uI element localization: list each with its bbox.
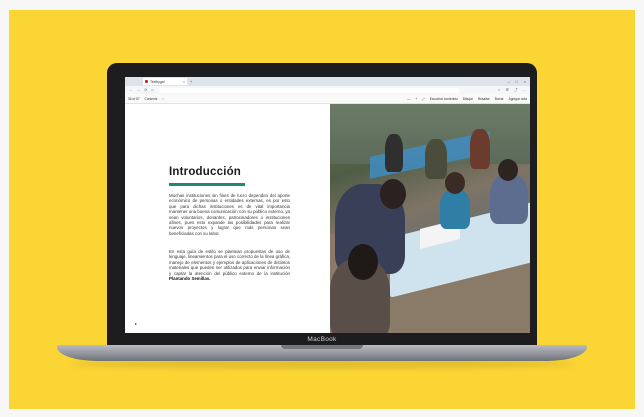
intro-paragraph-2: En esta guía de estilo se plantean propu… <box>169 249 290 281</box>
navigation-buttons: ← → ⟳ ⌂ <box>129 88 153 92</box>
refresh-icon[interactable]: ⟳ <box>144 88 147 92</box>
read-aloud-button[interactable]: Escuchar contenido <box>430 97 458 101</box>
page-marker-icon: ▸ <box>135 321 138 326</box>
address-bar-row: ← → ⟳ ⌂ ☆ ☰ ⤴ … <box>125 86 530 94</box>
window-controls: – □ × <box>508 80 526 84</box>
contents-button[interactable]: Contents <box>145 97 158 101</box>
photo-person <box>490 174 528 224</box>
page-indicator[interactable]: 36 of 57 <box>128 97 140 101</box>
photo-person <box>440 189 470 229</box>
institution-name: Plantando Semillas. <box>169 276 211 282</box>
close-window-icon[interactable]: × <box>524 80 526 84</box>
laptop-notch <box>281 345 363 349</box>
zoom-out-button[interactable]: — <box>407 97 410 101</box>
pdf-left-page: Introducción Muchas instituciones sin fi… <box>125 104 330 333</box>
pdf-toolbar: 36 of 57 Contents ⌕ — + ⤢ Escuchar conte… <box>125 94 530 104</box>
pdf-toolbar-left: 36 of 57 Contents ⌕ <box>128 97 164 101</box>
laptop-shadow <box>70 360 574 368</box>
photo-person-head <box>348 244 378 280</box>
page-title: Introducción <box>169 166 242 178</box>
photo-person <box>385 134 403 172</box>
hub-icon[interactable]: ☰ <box>506 88 509 93</box>
add-note-button[interactable]: Agregar nota <box>509 97 527 101</box>
erase-button[interactable]: Borrar <box>495 97 504 101</box>
intro-paragraph-1: Muchas instituciones sin fines de lucro … <box>169 193 290 236</box>
pdf-toolbar-right: — + ⤢ Escuchar contenido Dibujar Resalta… <box>407 97 527 101</box>
pdf-favicon-icon <box>145 80 148 83</box>
forward-icon[interactable]: → <box>137 88 141 92</box>
pdf-right-page-photo <box>330 104 530 333</box>
paragraph-2-text: En esta guía de estilo se plantean propu… <box>169 249 290 276</box>
browser-tab-bar: Textbygaf × + – □ × <box>125 77 530 86</box>
browser-actions: ☆ ☰ ⤴ … <box>497 88 526 93</box>
laptop-brand-label: MacBook <box>307 336 337 343</box>
new-tab-button[interactable]: + <box>190 79 192 84</box>
browser-tab[interactable]: Textbygaf × <box>143 78 187 85</box>
fit-page-icon[interactable]: ⤢ <box>422 97 425 101</box>
back-icon[interactable]: ← <box>129 88 133 92</box>
zoom-in-button[interactable]: + <box>415 97 417 101</box>
laptop-screen: Textbygaf × + – □ × ← → ⟳ ⌂ ☆ ☰ ⤴ … 36 o… <box>125 77 530 333</box>
photo-person-head <box>445 172 465 194</box>
maximize-icon[interactable]: □ <box>516 80 518 84</box>
tab-title: Textbygaf <box>150 79 165 84</box>
draw-button[interactable]: Dibujar <box>463 97 473 101</box>
minimize-icon[interactable]: – <box>508 80 510 84</box>
title-underline <box>169 183 245 186</box>
search-icon[interactable]: ⌕ <box>162 97 164 101</box>
highlight-button[interactable]: Resaltar <box>478 97 490 101</box>
home-icon[interactable]: ⌂ <box>151 88 153 92</box>
share-icon[interactable]: ⤴ <box>514 88 518 93</box>
photo-person <box>470 129 490 169</box>
photo-person-head <box>380 179 406 209</box>
url-input[interactable] <box>159 87 460 93</box>
more-icon[interactable]: … <box>522 88 526 93</box>
photo-person-head <box>498 159 518 181</box>
close-tab-icon[interactable]: × <box>183 80 185 84</box>
photo-person <box>425 139 447 179</box>
favorite-icon[interactable]: ☆ <box>497 88 500 93</box>
